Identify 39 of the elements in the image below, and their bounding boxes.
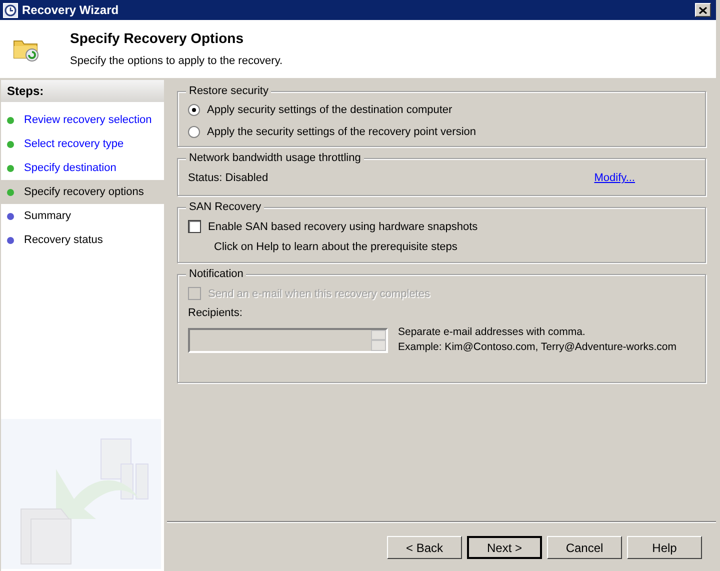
header-subtitle: Specify the options to apply to the recovery. [70, 54, 283, 70]
step-item[interactable]: Review recovery selection [1, 108, 164, 132]
close-icon [699, 6, 707, 14]
step-label[interactable]: Select recovery type [24, 136, 124, 152]
checkbox[interactable] [188, 220, 201, 234]
clock-icon [3, 2, 18, 18]
step-item[interactable]: Recovery status [1, 228, 164, 252]
header-title: Specify Recovery Options [70, 29, 245, 48]
step-item[interactable]: Specify destination [1, 156, 164, 180]
radio-button[interactable] [188, 126, 200, 138]
radio-label: Apply security settings of the destination computer [207, 103, 452, 118]
wizard-button[interactable]: Cancel [547, 536, 622, 559]
checkbox-label: Enable SAN based recovery using hardware snapshots [208, 220, 478, 234]
step-item[interactable]: Summary [1, 204, 164, 228]
window-title: Recovery Wizard [22, 2, 119, 19]
group-title: SAN Recovery [186, 200, 264, 214]
radio-button[interactable] [188, 104, 200, 116]
step-label: Recovery status [24, 232, 103, 248]
step-label: Specify recovery options [24, 184, 144, 200]
recipients-label: Recipients: [188, 306, 244, 321]
step-label[interactable]: Specify destination [24, 160, 116, 176]
wizard-button[interactable]: Next > [467, 536, 542, 559]
steps-header: Steps: [1, 80, 164, 102]
help-text: Separate e-mail addresses with comma. [398, 324, 586, 340]
radio-label: Apply the security settings of the recovery point version [207, 124, 476, 140]
wizard-button[interactable]: Help [627, 536, 702, 559]
close-button[interactable] [695, 3, 711, 17]
group-title: Notification [186, 266, 246, 280]
throttling-status: Status: Disabled [188, 171, 268, 186]
san-hint: Click on Help to learn about the prerequisite steps [213, 240, 458, 255]
step-item[interactable]: Specify recovery options [1, 180, 164, 204]
modify-link[interactable]: Modify... [594, 170, 635, 186]
group-title: Restore security [186, 84, 272, 98]
wizard-button[interactable]: < Back [387, 536, 462, 559]
step-label[interactable]: Review recovery selection [24, 112, 152, 128]
step-item[interactable]: Select recovery type [1, 132, 164, 156]
group-title: Network bandwidth usage throttling [186, 151, 364, 165]
help-text: Example: Kim@Contoso.com, Terry@Adventure-works.com [398, 340, 676, 356]
step-label: Summary [24, 208, 72, 224]
